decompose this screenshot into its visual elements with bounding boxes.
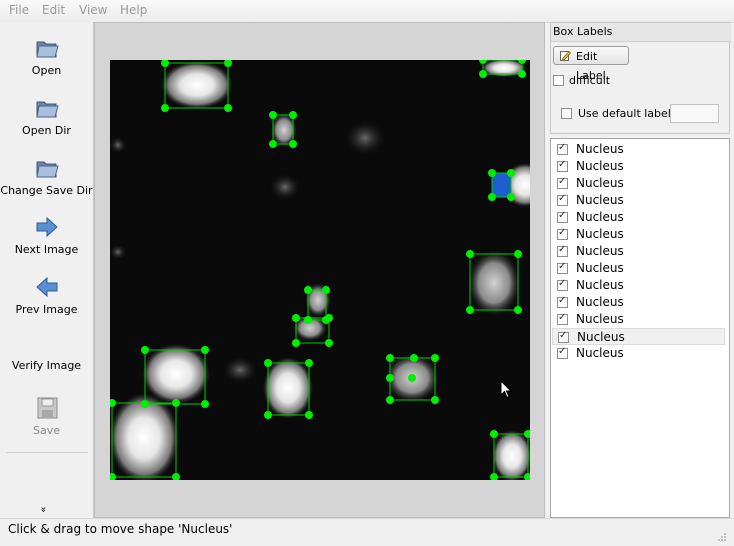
label-list-item-text: Nucleus [576,193,624,207]
nucleus-blob [223,357,257,383]
label-list-item[interactable]: Nucleus [552,345,725,362]
toolbar-divider [6,452,88,453]
label-list-item[interactable]: Nucleus [552,192,725,209]
edit-label-button[interactable]: Edit Label [553,46,629,82]
label-visibility-checkbox[interactable] [557,193,568,206]
label-visibility-checkbox[interactable] [557,312,568,325]
folder-open-icon [35,161,59,178]
nucleus-blob [345,121,385,155]
label-visibility-checkbox[interactable] [557,176,568,189]
menu-file[interactable]: File [9,3,29,17]
difficult-checkbox[interactable] [553,75,564,86]
arrow-left-icon [35,276,57,298]
label-list-item[interactable]: Nucleus [552,294,725,311]
folder-open-icon [35,41,59,58]
label-list-item[interactable]: Nucleus [552,328,725,345]
open-dir-button[interactable]: Open Dir [0,96,93,137]
label-visibility-checkbox[interactable] [557,142,568,155]
label-list-item-text: Nucleus [576,244,624,258]
label-visibility-checkbox[interactable] [557,261,568,274]
label-visibility-checkbox[interactable] [557,159,568,172]
toolbar: Open Open Dir Change Save Dir Next Image… [0,22,94,518]
selected-bounding-box[interactable] [491,172,512,198]
box-labels-dock: Box Labels Edit Label difficult Use defa… [550,22,731,134]
next-image-button[interactable]: Next Image [0,215,93,256]
nucleus-blob [263,357,313,419]
label-list-item-text: Nucleus [576,176,624,190]
nucleus-blob [468,250,520,316]
verify-image-button[interactable]: Verify Image [0,355,93,372]
label-list-item[interactable]: Nucleus [552,243,725,260]
label-list-item[interactable]: Nucleus [552,311,725,328]
status-bar: Click & drag to move shape 'Nucleus' [0,518,734,546]
label-list-item-text: Nucleus [577,330,625,344]
label-list-item-text: Nucleus [576,261,624,275]
menu-edit[interactable]: Edit [42,3,65,17]
change-save-dir-button[interactable]: Change Save Dir [0,156,93,197]
label-list-item[interactable]: Nucleus [552,158,725,175]
default-label-input[interactable] [670,104,719,123]
menu-view[interactable]: View [79,3,107,17]
edit-pencil-icon [560,50,571,61]
difficult-label: difficult [569,74,611,87]
label-visibility-checkbox[interactable] [557,295,568,308]
menu-help[interactable]: Help [120,3,147,17]
label-list-item-text: Nucleus [576,210,624,224]
label-list-item[interactable]: Nucleus [552,209,725,226]
prev-image-button[interactable]: Prev Image [0,275,93,316]
label-list-item-text: Nucleus [576,278,624,292]
label-list-item-text: Nucleus [576,346,624,360]
label-list-item[interactable]: Nucleus [552,141,725,158]
menu-bar: File Edit View Help [0,0,734,23]
label-list-item-text: Nucleus [576,142,624,156]
label-list-item[interactable]: Nucleus [552,175,725,192]
label-visibility-checkbox[interactable] [557,210,568,223]
label-list-item-text: Nucleus [576,227,624,241]
label-visibility-checkbox[interactable] [558,330,569,343]
use-default-label-text: Use default label [578,107,671,120]
status-text: Click & drag to move shape 'Nucleus' [8,522,233,536]
label-list-item[interactable]: Nucleus [552,226,725,243]
label-visibility-checkbox[interactable] [557,278,568,291]
label-list-item-text: Nucleus [576,312,624,326]
label-visibility-checkbox[interactable] [557,227,568,240]
label-list-item[interactable]: Nucleus [552,277,725,294]
save-button[interactable]: Save [0,396,93,437]
canvas-area[interactable] [94,22,545,518]
image-canvas[interactable] [110,60,530,480]
nucleus-blob [110,245,126,259]
mouse-cursor-icon [500,380,512,399]
right-panel: Box Labels Edit Label difficult Use defa… [550,22,731,518]
use-default-label-checkbox[interactable] [561,108,572,119]
open-button[interactable]: Open [0,36,93,77]
label-list[interactable]: Nucleus Nucleus Nucleus Nucleus Nucleus Nucle… [550,138,730,518]
nucleus-blob [161,61,233,109]
label-list-item[interactable]: Nucleus [552,260,725,277]
toolbar-more-indicator[interactable]: » [38,506,49,512]
resize-grip-icon[interactable] [718,533,726,541]
nucleus-blob [270,174,300,200]
dock-title: Box Labels [551,23,731,42]
label-visibility-checkbox[interactable] [557,346,568,359]
nucleus-blob [110,137,126,153]
label-visibility-checkbox[interactable] [557,244,568,257]
arrow-right-icon [36,216,58,238]
floppy-disk-icon [37,397,57,419]
folder-open-icon [35,101,59,118]
label-list-item-text: Nucleus [576,295,624,309]
label-list-item-text: Nucleus [576,159,624,173]
